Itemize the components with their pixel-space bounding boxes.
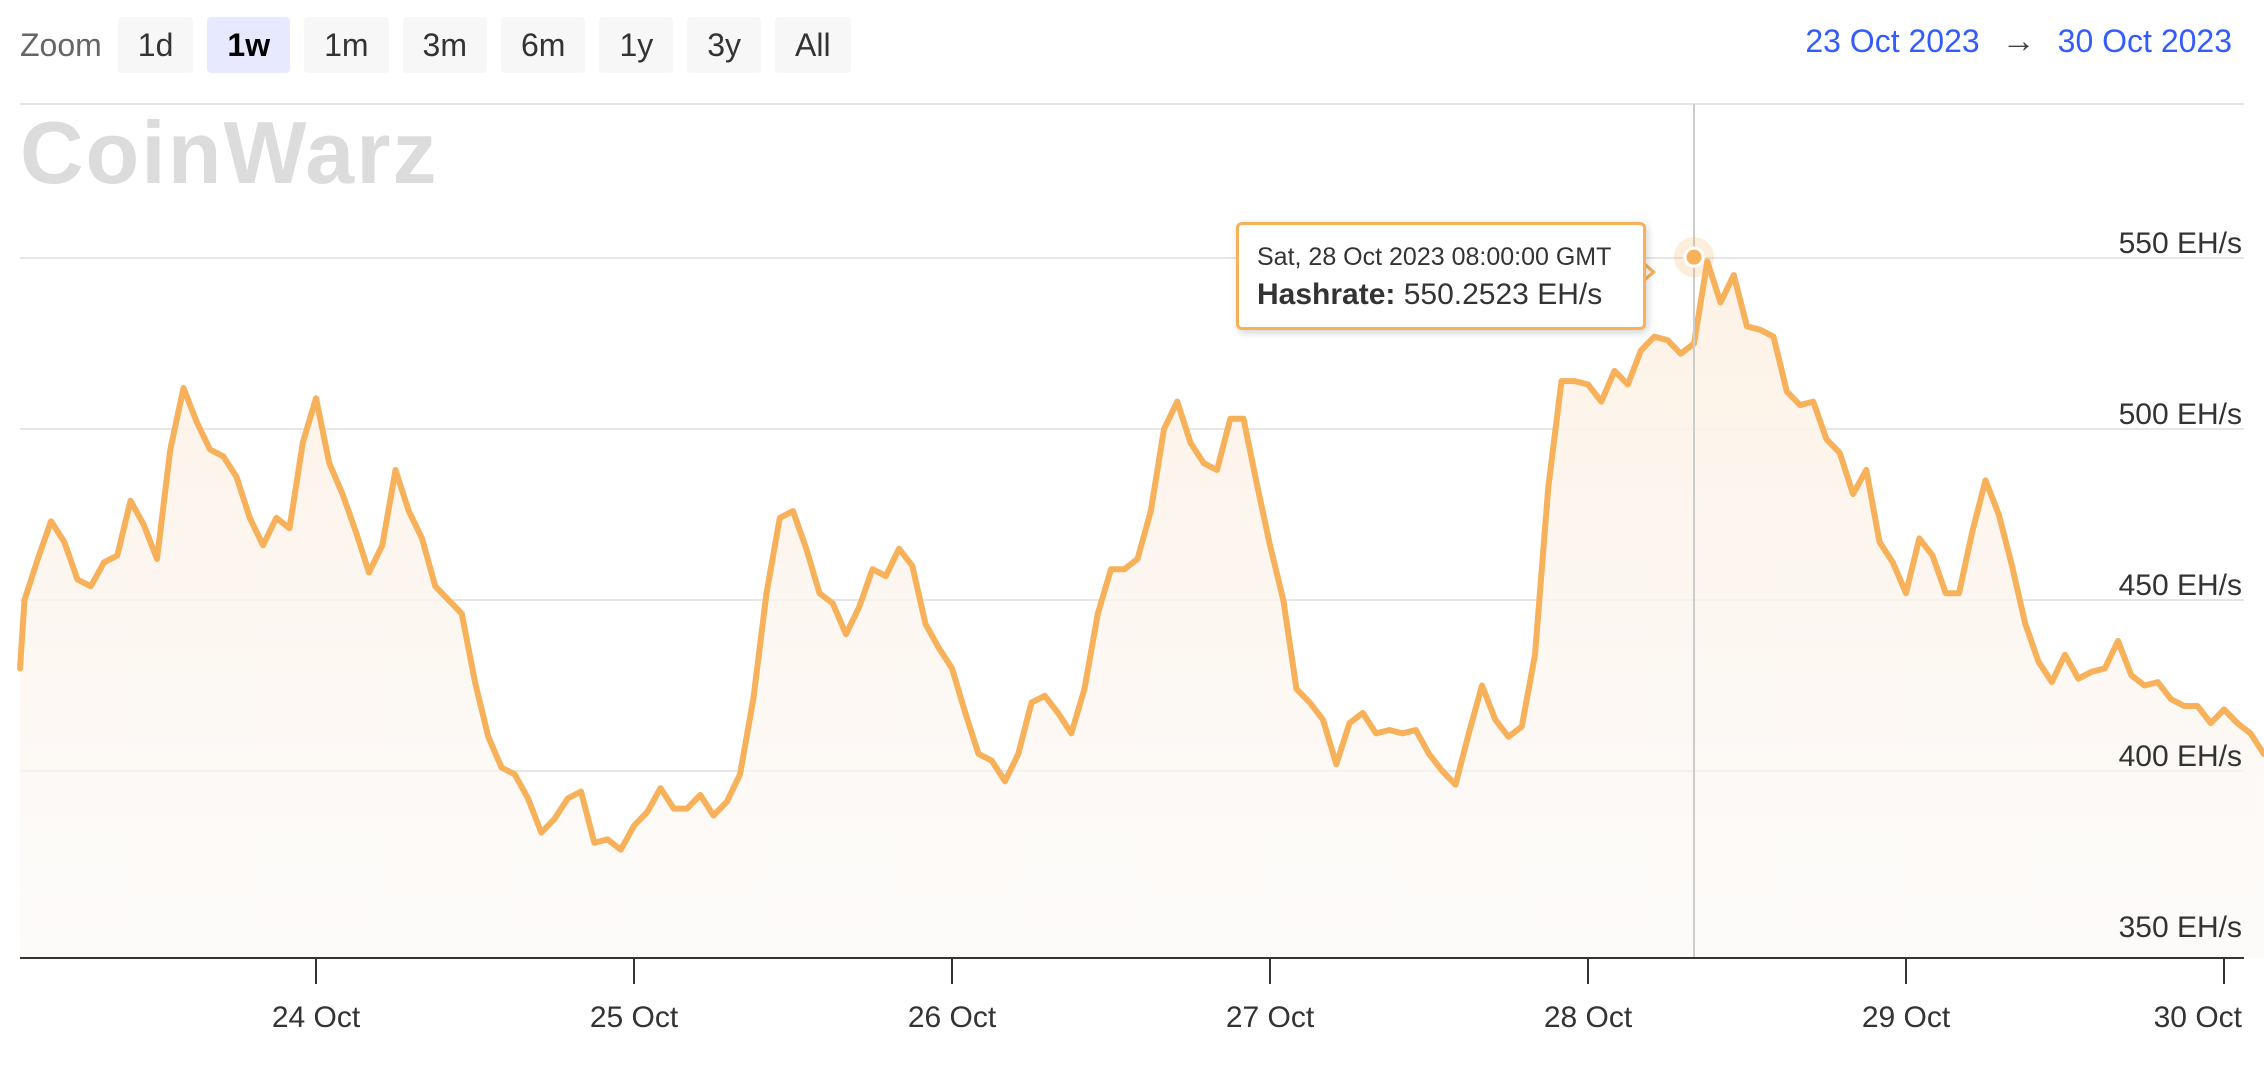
x-axis: 24 Oct 25 Oct 26 Oct 27 Oct 28 Oct 29 Oct 30 O… — [272, 958, 2243, 1034]
x-tick-label: 24 Oct — [272, 1001, 361, 1034]
tooltip-value-line: Hashrate: 550.2523 EH/s — [1257, 278, 1625, 312]
hover-point[interactable] — [1683, 246, 1705, 268]
x-tick-label: 26 Oct — [908, 1001, 997, 1034]
tooltip-series-name: Hashrate: — [1257, 278, 1396, 311]
tooltip-date: Sat, 28 Oct 2023 08:00:00 GMT — [1257, 243, 1612, 271]
y-tick-label: 450 EH/s — [2119, 569, 2242, 602]
tooltip-value: 550.2523 EH/s — [1403, 278, 1603, 311]
y-tick-label: 350 EH/s — [2119, 911, 2242, 944]
x-tick-label: 29 Oct — [1862, 1001, 1951, 1034]
hashrate-area — [20, 261, 2264, 958]
y-tick-label: 500 EH/s — [2119, 398, 2242, 431]
chart-page: Zoom 1d 1w 1m 3m 6m 1y 3y All 23 Oct 202… — [0, 0, 2264, 1070]
y-tick-label: 400 EH/s — [2119, 740, 2242, 773]
x-tick-label: 30 Oct — [2154, 1001, 2243, 1034]
y-tick-label: 550 EH/s — [2119, 227, 2242, 260]
x-tick-label: 28 Oct — [1544, 1001, 1633, 1034]
hover-tooltip: Sat, 28 Oct 2023 08:00:00 GMT Hashrate: … — [1236, 222, 1646, 330]
hashrate-chart[interactable]: CoinWarz 24 Oct 25 Oct 26 Oct 27 Oct 28 Oct 2… — [0, 0, 2264, 1070]
x-tick-label: 25 Oct — [590, 1001, 679, 1034]
coinwarz-watermark: CoinWarz — [20, 103, 439, 202]
x-tick-label: 27 Oct — [1226, 1001, 1315, 1034]
